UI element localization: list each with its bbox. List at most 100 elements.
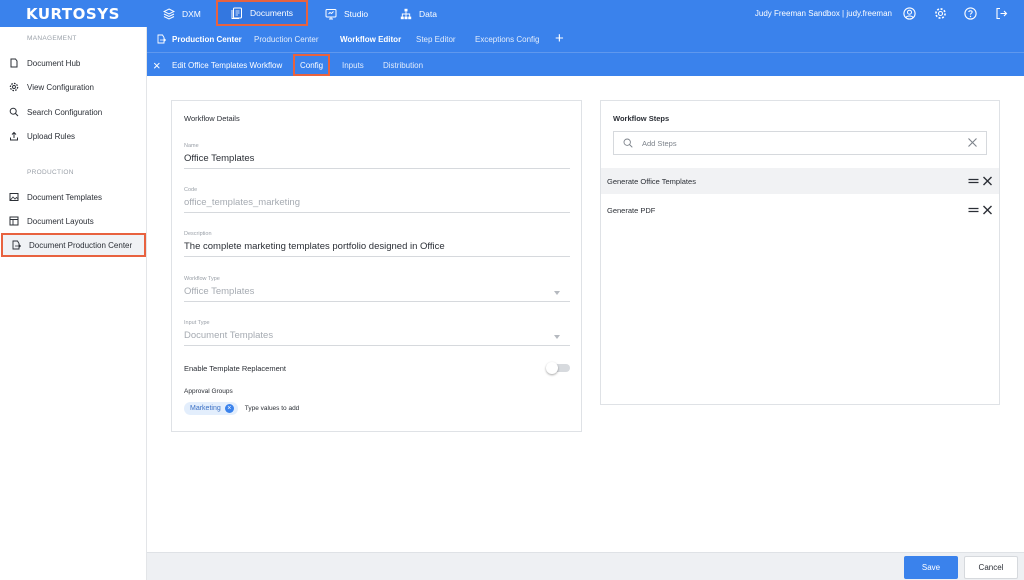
save-button[interactable]: Save	[904, 556, 958, 579]
workflow-type-select[interactable]: Office Templates	[184, 286, 570, 302]
approval-groups-text-input[interactable]: Type values to add	[245, 405, 300, 412]
search-icon	[9, 107, 19, 117]
tab-distribution[interactable]: Distribution	[383, 53, 423, 77]
sidebar-item-label: Document Hub	[27, 58, 81, 68]
sidebar-item-label: Document Layouts	[27, 216, 94, 226]
chip-label: Marketing	[190, 405, 221, 412]
help-icon[interactable]	[964, 7, 977, 20]
file-export-icon	[157, 34, 166, 44]
sidebar-section-management: MANAGEMENT	[27, 35, 77, 42]
add-steps-placeholder: Add Steps	[642, 138, 677, 148]
sidebar-item-document-templates[interactable]: Document Templates	[0, 185, 146, 209]
sidebar-item-label: Search Configuration	[27, 107, 103, 117]
template-replacement-row: Enable Template Replacement	[184, 361, 570, 375]
tab-production-center-main[interactable]: Production Center	[172, 27, 242, 51]
workflow-step-item[interactable]: Generate Office Templates	[601, 168, 999, 194]
name-field[interactable]: Name Office Templates	[184, 143, 570, 169]
edit-workflow-bar: × Edit Office Templates Workflow Config …	[147, 52, 1024, 76]
sidebar-item-label: View Configuration	[27, 82, 95, 92]
add-tab-button[interactable]: +	[555, 26, 564, 50]
workflow-type-value: Office Templates	[184, 286, 255, 297]
file-export-icon	[12, 240, 21, 250]
name-input[interactable]: Office Templates	[184, 153, 570, 169]
approval-groups-input[interactable]: Marketing × Type values to add	[184, 402, 299, 415]
nav-dxm[interactable]: DXM	[163, 0, 201, 27]
remove-step-icon[interactable]	[982, 205, 993, 215]
sidebar: MANAGEMENT Document Hub View Configurati…	[0, 27, 147, 580]
gear-icon	[9, 82, 19, 92]
sidebar-item-document-hub[interactable]: Document Hub	[0, 51, 146, 75]
studio-icon	[325, 8, 337, 19]
sidebar-item-label: Document Templates	[27, 192, 102, 202]
layout-icon	[9, 216, 19, 226]
tab-config[interactable]: Config	[293, 54, 331, 76]
close-edit-button[interactable]: ×	[153, 53, 161, 77]
code-input: office_templates_marketing	[184, 197, 570, 213]
top-navigation-bar: KURTOSYS DXM Documents Studio Data Judy …	[0, 0, 1024, 27]
nav-data-label: Data	[419, 8, 437, 19]
tab-inputs[interactable]: Inputs	[342, 53, 364, 77]
clear-search-icon[interactable]	[967, 137, 978, 148]
workflow-type-field[interactable]: Workflow Type Office Templates	[184, 276, 570, 302]
tab-workflow-editor[interactable]: Workflow Editor	[340, 27, 401, 51]
gear-icon[interactable]	[934, 7, 947, 20]
edit-workflow-title: Edit Office Templates Workflow	[172, 60, 283, 70]
toggle-knob	[546, 362, 558, 374]
close-icon: ×	[153, 57, 161, 73]
kurtosys-logo[interactable]: KURTOSYS	[26, 5, 120, 23]
production-tabs-bar: Production Center Production Center Work…	[147, 27, 1024, 52]
description-input[interactable]: The complete marketing templates portfol…	[184, 241, 570, 257]
chevron-down-icon	[554, 335, 560, 339]
remove-chip-icon[interactable]: ×	[224, 404, 234, 413]
nav-documents-label: Documents	[250, 8, 293, 18]
code-field: Code office_templates_marketing	[184, 187, 570, 213]
cancel-button[interactable]: Cancel	[964, 556, 1018, 579]
approval-groups-label: Approval Groups	[184, 388, 233, 395]
step-label: Generate PDF	[607, 205, 656, 215]
file-icon	[10, 58, 18, 68]
nav-data[interactable]: Data	[400, 0, 437, 27]
step-label: Generate Office Templates	[607, 176, 696, 186]
name-label: Name	[184, 143, 199, 149]
tab-exceptions-config[interactable]: Exceptions Config	[475, 27, 539, 51]
drag-handle-icon[interactable]	[968, 176, 979, 186]
sidebar-item-document-layouts[interactable]: Document Layouts	[0, 209, 146, 233]
footer-action-bar: Save Cancel	[147, 552, 1024, 580]
sidebar-item-search-configuration[interactable]: Search Configuration	[0, 100, 146, 124]
sidebar-item-view-configuration[interactable]: View Configuration	[0, 75, 146, 99]
workflow-step-item[interactable]: Generate PDF	[601, 197, 999, 223]
workflow-details-card: Workflow Details Name Office Templates C…	[171, 100, 582, 432]
sitemap-icon	[400, 8, 412, 19]
main-content: Workflow Details Name Office Templates C…	[147, 76, 1024, 552]
sidebar-item-label: Upload Rules	[27, 131, 76, 141]
input-type-label: Input Type	[184, 320, 210, 326]
workflow-details-title: Workflow Details	[184, 114, 240, 123]
remove-step-icon[interactable]	[982, 176, 993, 186]
sidebar-section-production: PRODUCTION	[27, 169, 74, 176]
sidebar-item-document-production-center[interactable]: Document Production Center	[1, 233, 146, 257]
code-label: Code	[184, 187, 198, 193]
nav-documents[interactable]: Documents	[216, 0, 308, 26]
add-steps-search[interactable]: Add Steps	[613, 131, 987, 155]
sidebar-item-upload-rules[interactable]: Upload Rules	[0, 124, 146, 148]
tab-step-editor[interactable]: Step Editor	[416, 27, 456, 51]
template-replacement-label: Enable Template Replacement	[184, 363, 287, 373]
documents-icon	[231, 7, 242, 19]
chevron-down-icon	[554, 291, 560, 295]
input-type-value: Document Templates	[184, 330, 274, 341]
description-field[interactable]: Description The complete marketing templ…	[184, 231, 570, 257]
tab-production-center[interactable]: Production Center	[254, 27, 318, 51]
nav-studio[interactable]: Studio	[325, 0, 368, 27]
input-type-field[interactable]: Input Type Document Templates	[184, 320, 570, 346]
layers-icon	[163, 7, 175, 20]
logout-icon[interactable]	[995, 7, 1008, 20]
user-account-label[interactable]: Judy Freeman Sandbox | judy.freeman	[755, 0, 892, 27]
user-circle-icon[interactable]	[903, 7, 916, 20]
template-replacement-toggle[interactable]	[546, 362, 570, 374]
drag-handle-icon[interactable]	[968, 205, 979, 215]
upload-icon	[10, 131, 18, 141]
workflow-steps-title: Workflow Steps	[613, 114, 670, 123]
input-type-select[interactable]: Document Templates	[184, 330, 570, 346]
workflow-type-label: Workflow Type	[184, 276, 220, 282]
image-icon	[9, 193, 19, 201]
